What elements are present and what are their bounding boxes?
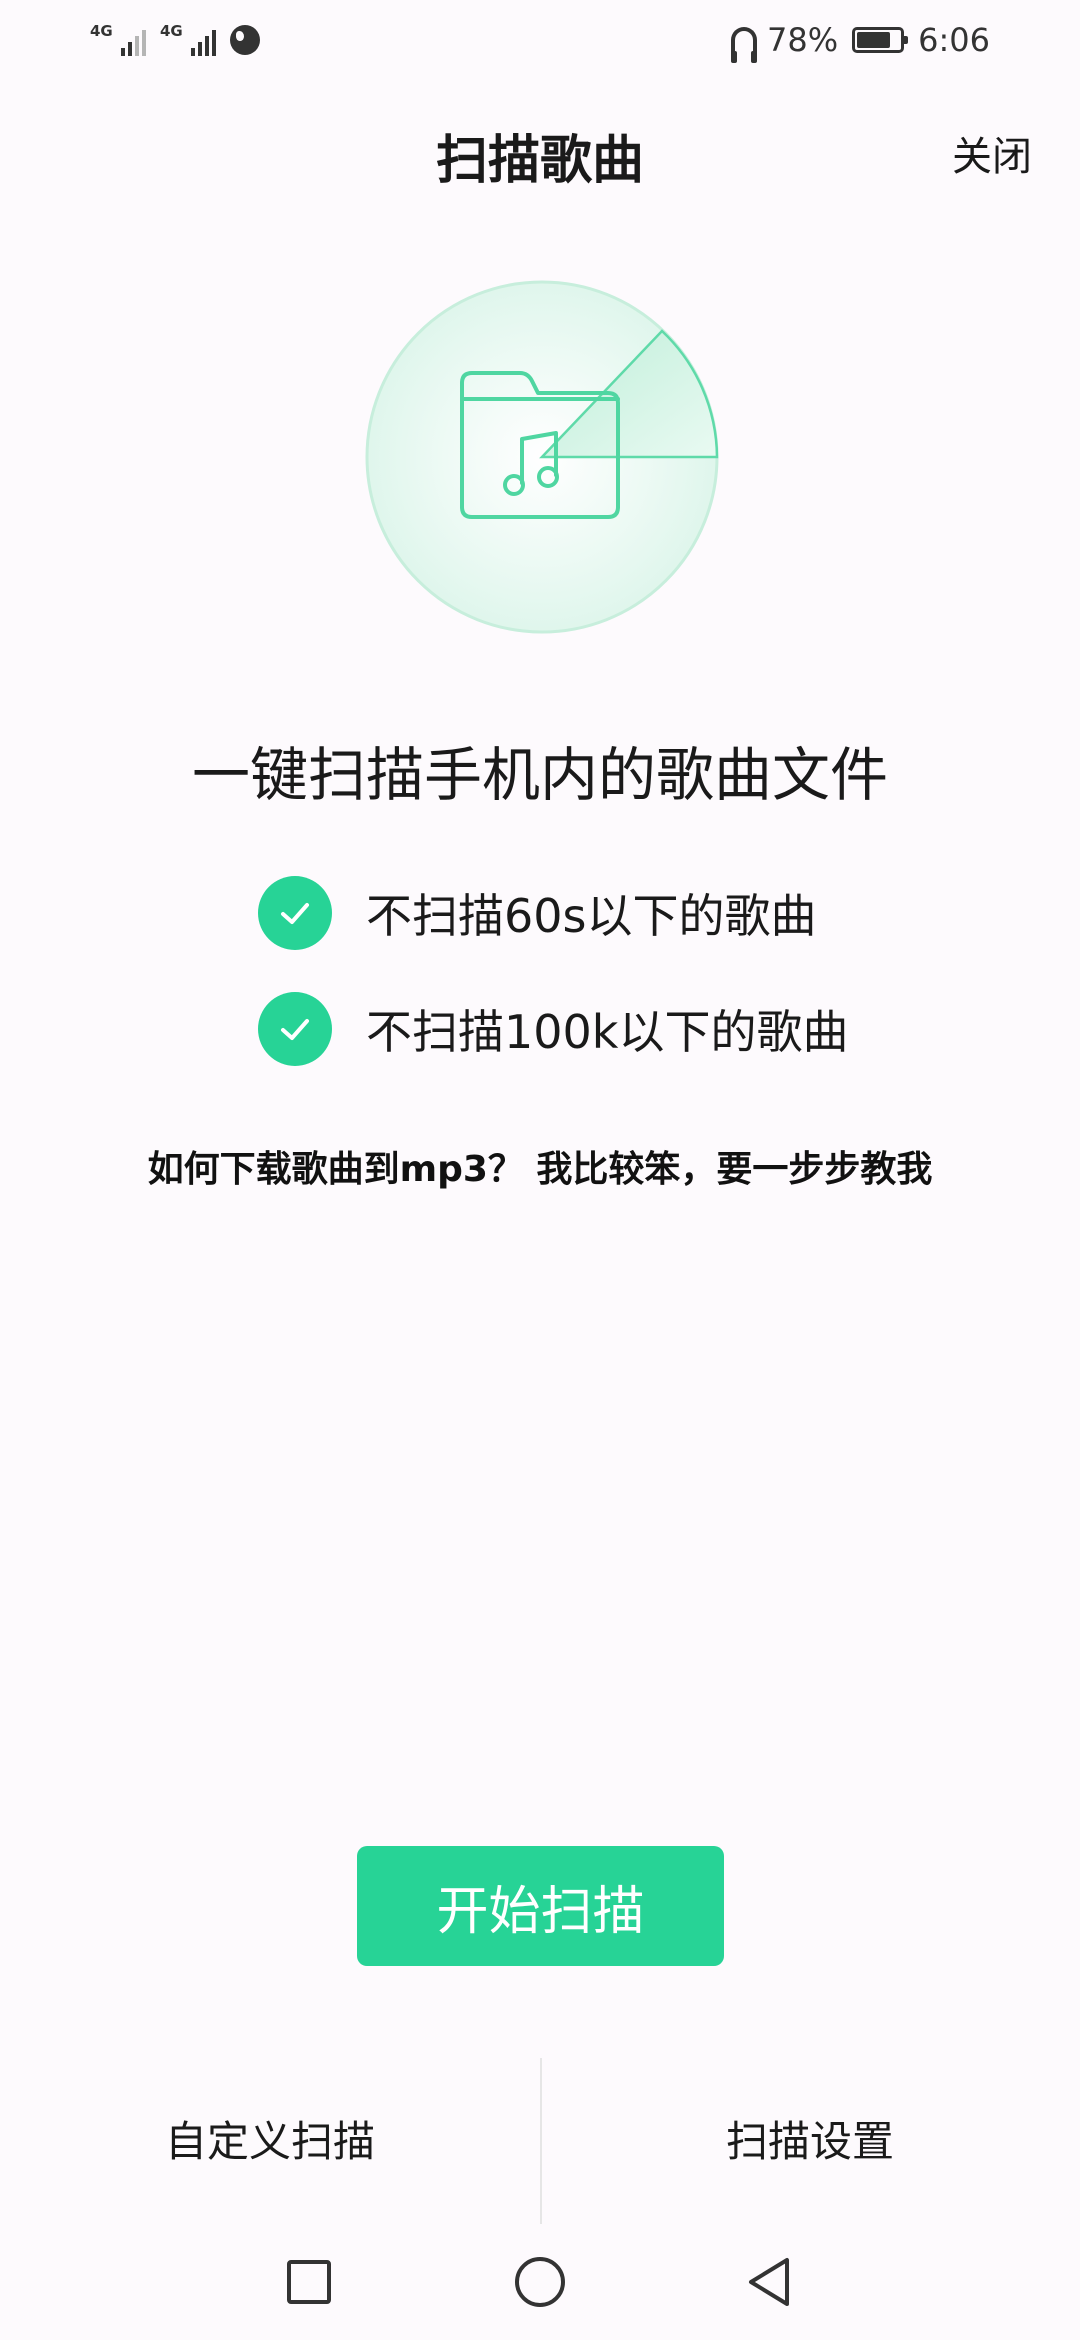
recent-apps-icon[interactable]	[279, 2252, 339, 2312]
custom-scan-button[interactable]: 自定义扫描	[0, 2108, 540, 2169]
scan-illustration	[360, 275, 720, 635]
headphone-icon	[731, 27, 758, 63]
signal-icon: 4G	[90, 20, 146, 60]
status-right: 78% 6:06	[731, 18, 990, 63]
rule-label: 不扫描100k以下的歌曲	[366, 1005, 849, 1059]
battery-percent: 78%	[767, 21, 839, 59]
rule-min-duration: 不扫描60s以下的歌曲	[258, 875, 848, 951]
clock: 6:06	[918, 21, 990, 59]
check-icon[interactable]	[258, 876, 332, 950]
question-caption: 如何下载歌曲到mp3？ 我比较笨，要一步步教我	[147, 1149, 933, 1190]
scan-rules: 不扫描60s以下的歌曲 不扫描100k以下的歌曲	[258, 875, 848, 1107]
header: 扫描歌曲 关闭	[0, 100, 1080, 210]
network-type: 4G	[160, 22, 183, 40]
home-icon[interactable]	[510, 2252, 570, 2312]
page-title: 扫描歌曲	[435, 131, 644, 191]
back-icon[interactable]	[741, 2252, 801, 2312]
network-type: 4G	[90, 22, 113, 40]
rule-min-size: 不扫描100k以下的歌曲	[258, 991, 848, 1067]
bottom-actions: 自定义扫描 扫描设置	[0, 2058, 1080, 2224]
globe-icon	[230, 25, 260, 55]
check-icon[interactable]	[258, 992, 332, 1066]
scan-headline: 一键扫描手机内的歌曲文件	[191, 741, 888, 809]
status-left: 4G 4G	[90, 18, 260, 62]
start-scan-button[interactable]: 开始扫描	[357, 1846, 724, 1966]
battery-fill	[857, 32, 890, 48]
rule-label: 不扫描60s以下的歌曲	[366, 889, 817, 943]
navigation-bar	[0, 2230, 1080, 2340]
battery-icon	[852, 27, 909, 53]
signal-icon: 4G	[160, 20, 216, 60]
close-button[interactable]: 关闭	[952, 124, 1032, 182]
radar-graphic	[365, 280, 719, 634]
scan-settings-button[interactable]: 扫描设置	[540, 2108, 1080, 2169]
status-bar: 4G 4G 78% 6:06	[0, 0, 1080, 80]
